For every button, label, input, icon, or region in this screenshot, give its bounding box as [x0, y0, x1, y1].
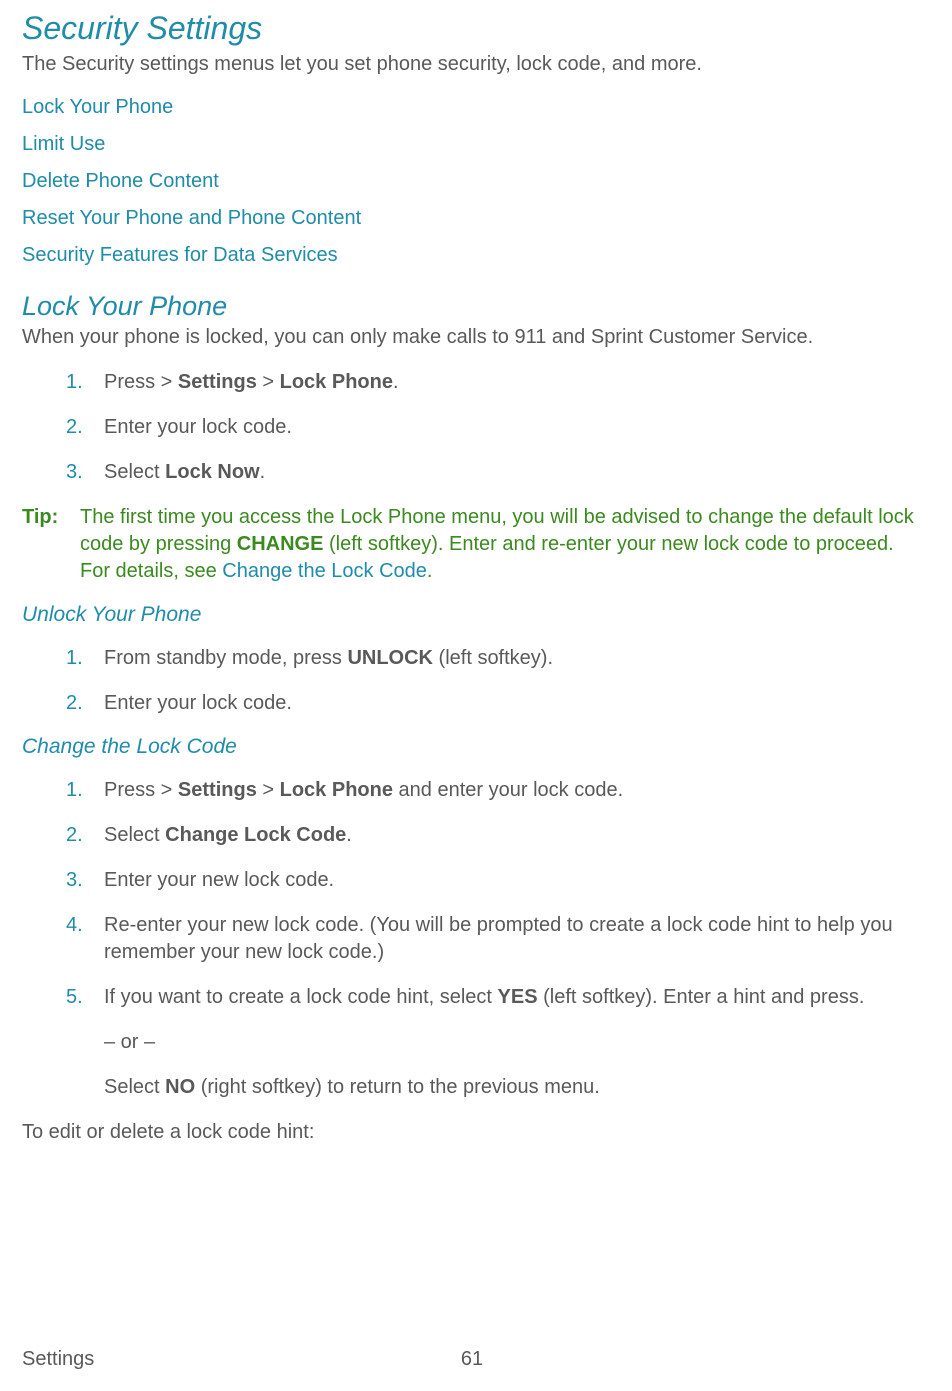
page-footer: Settings 61: [22, 1348, 922, 1371]
step-bold: NO: [165, 1076, 195, 1098]
link-lock-phone[interactable]: Lock Your Phone: [22, 96, 922, 119]
intro-text: The Security settings menus let you set …: [22, 51, 922, 78]
list-item: Enter your lock code.: [74, 414, 922, 441]
step-text: (left softkey).: [433, 647, 553, 669]
step-text: From standby mode, press: [104, 647, 347, 669]
lock-intro: When your phone is locked, you can only …: [22, 324, 922, 351]
step-bold: Settings: [178, 371, 257, 393]
tip-text: .: [427, 560, 433, 582]
list-item: Select Lock Now.: [74, 459, 922, 486]
step-bold: Settings: [178, 779, 257, 801]
unlock-steps: From standby mode, press UNLOCK (left so…: [74, 645, 922, 717]
list-item: Enter your lock code.: [74, 690, 922, 717]
step-alt: Select NO (right softkey) to return to t…: [104, 1074, 922, 1101]
step-text: If you want to create a lock code hint, …: [104, 986, 498, 1008]
heading-lock-phone: Lock Your Phone: [22, 291, 922, 322]
list-item: If you want to create a lock code hint, …: [74, 984, 922, 1101]
step-text: Select: [104, 461, 165, 483]
step-text: Select: [104, 824, 165, 846]
step-bold: Lock Phone: [280, 371, 393, 393]
list-item: From standby mode, press UNLOCK (left so…: [74, 645, 922, 672]
heading-change-code: Change the Lock Code: [22, 735, 922, 759]
tip-block: Tip: The first time you access the Lock …: [22, 504, 922, 585]
tip-body: The first time you access the Lock Phone…: [80, 504, 922, 585]
step-text: .: [346, 824, 352, 846]
list-item: Press > Settings > Lock Phone and enter …: [74, 777, 922, 804]
step-text: (left softkey). Enter a hint and press.: [538, 986, 865, 1008]
list-item: Press > Settings > Lock Phone.: [74, 369, 922, 396]
tip-bold: CHANGE: [237, 533, 324, 555]
tip-link[interactable]: Change the Lock Code: [222, 560, 427, 582]
tip-label: Tip:: [22, 504, 80, 585]
step-bold: YES: [498, 986, 538, 1008]
step-bold: UNLOCK: [347, 647, 433, 669]
link-limit-use[interactable]: Limit Use: [22, 133, 922, 156]
step-bold: Lock Phone: [280, 779, 393, 801]
step-bold: Change Lock Code: [165, 824, 346, 846]
step-or: – or –: [104, 1029, 922, 1056]
step-text: .: [393, 371, 399, 393]
lock-steps: Press > Settings > Lock Phone. Enter you…: [74, 369, 922, 486]
heading-unlock: Unlock Your Phone: [22, 603, 922, 627]
step-text: Press >: [104, 779, 178, 801]
step-text: .: [260, 461, 266, 483]
footer-section: Settings: [22, 1348, 94, 1370]
footer-page-number: 61: [461, 1348, 483, 1371]
step-text: Press >: [104, 371, 178, 393]
step-bold: Lock Now: [165, 461, 259, 483]
step-text: >: [257, 779, 280, 801]
step-text: (right softkey) to return to the previou…: [195, 1076, 600, 1098]
list-item: Enter your new lock code.: [74, 867, 922, 894]
list-item: Select Change Lock Code.: [74, 822, 922, 849]
link-security-data[interactable]: Security Features for Data Services: [22, 244, 922, 267]
edit-hint-text: To edit or delete a lock code hint:: [22, 1119, 922, 1146]
list-item: Re-enter your new lock code. (You will b…: [74, 912, 922, 966]
link-delete-content[interactable]: Delete Phone Content: [22, 170, 922, 193]
step-text: Select: [104, 1076, 165, 1098]
change-steps: Press > Settings > Lock Phone and enter …: [74, 777, 922, 1101]
page-title: Security Settings: [22, 10, 922, 47]
link-reset-phone[interactable]: Reset Your Phone and Phone Content: [22, 207, 922, 230]
step-text: and enter your lock code.: [393, 779, 623, 801]
step-text: >: [257, 371, 280, 393]
